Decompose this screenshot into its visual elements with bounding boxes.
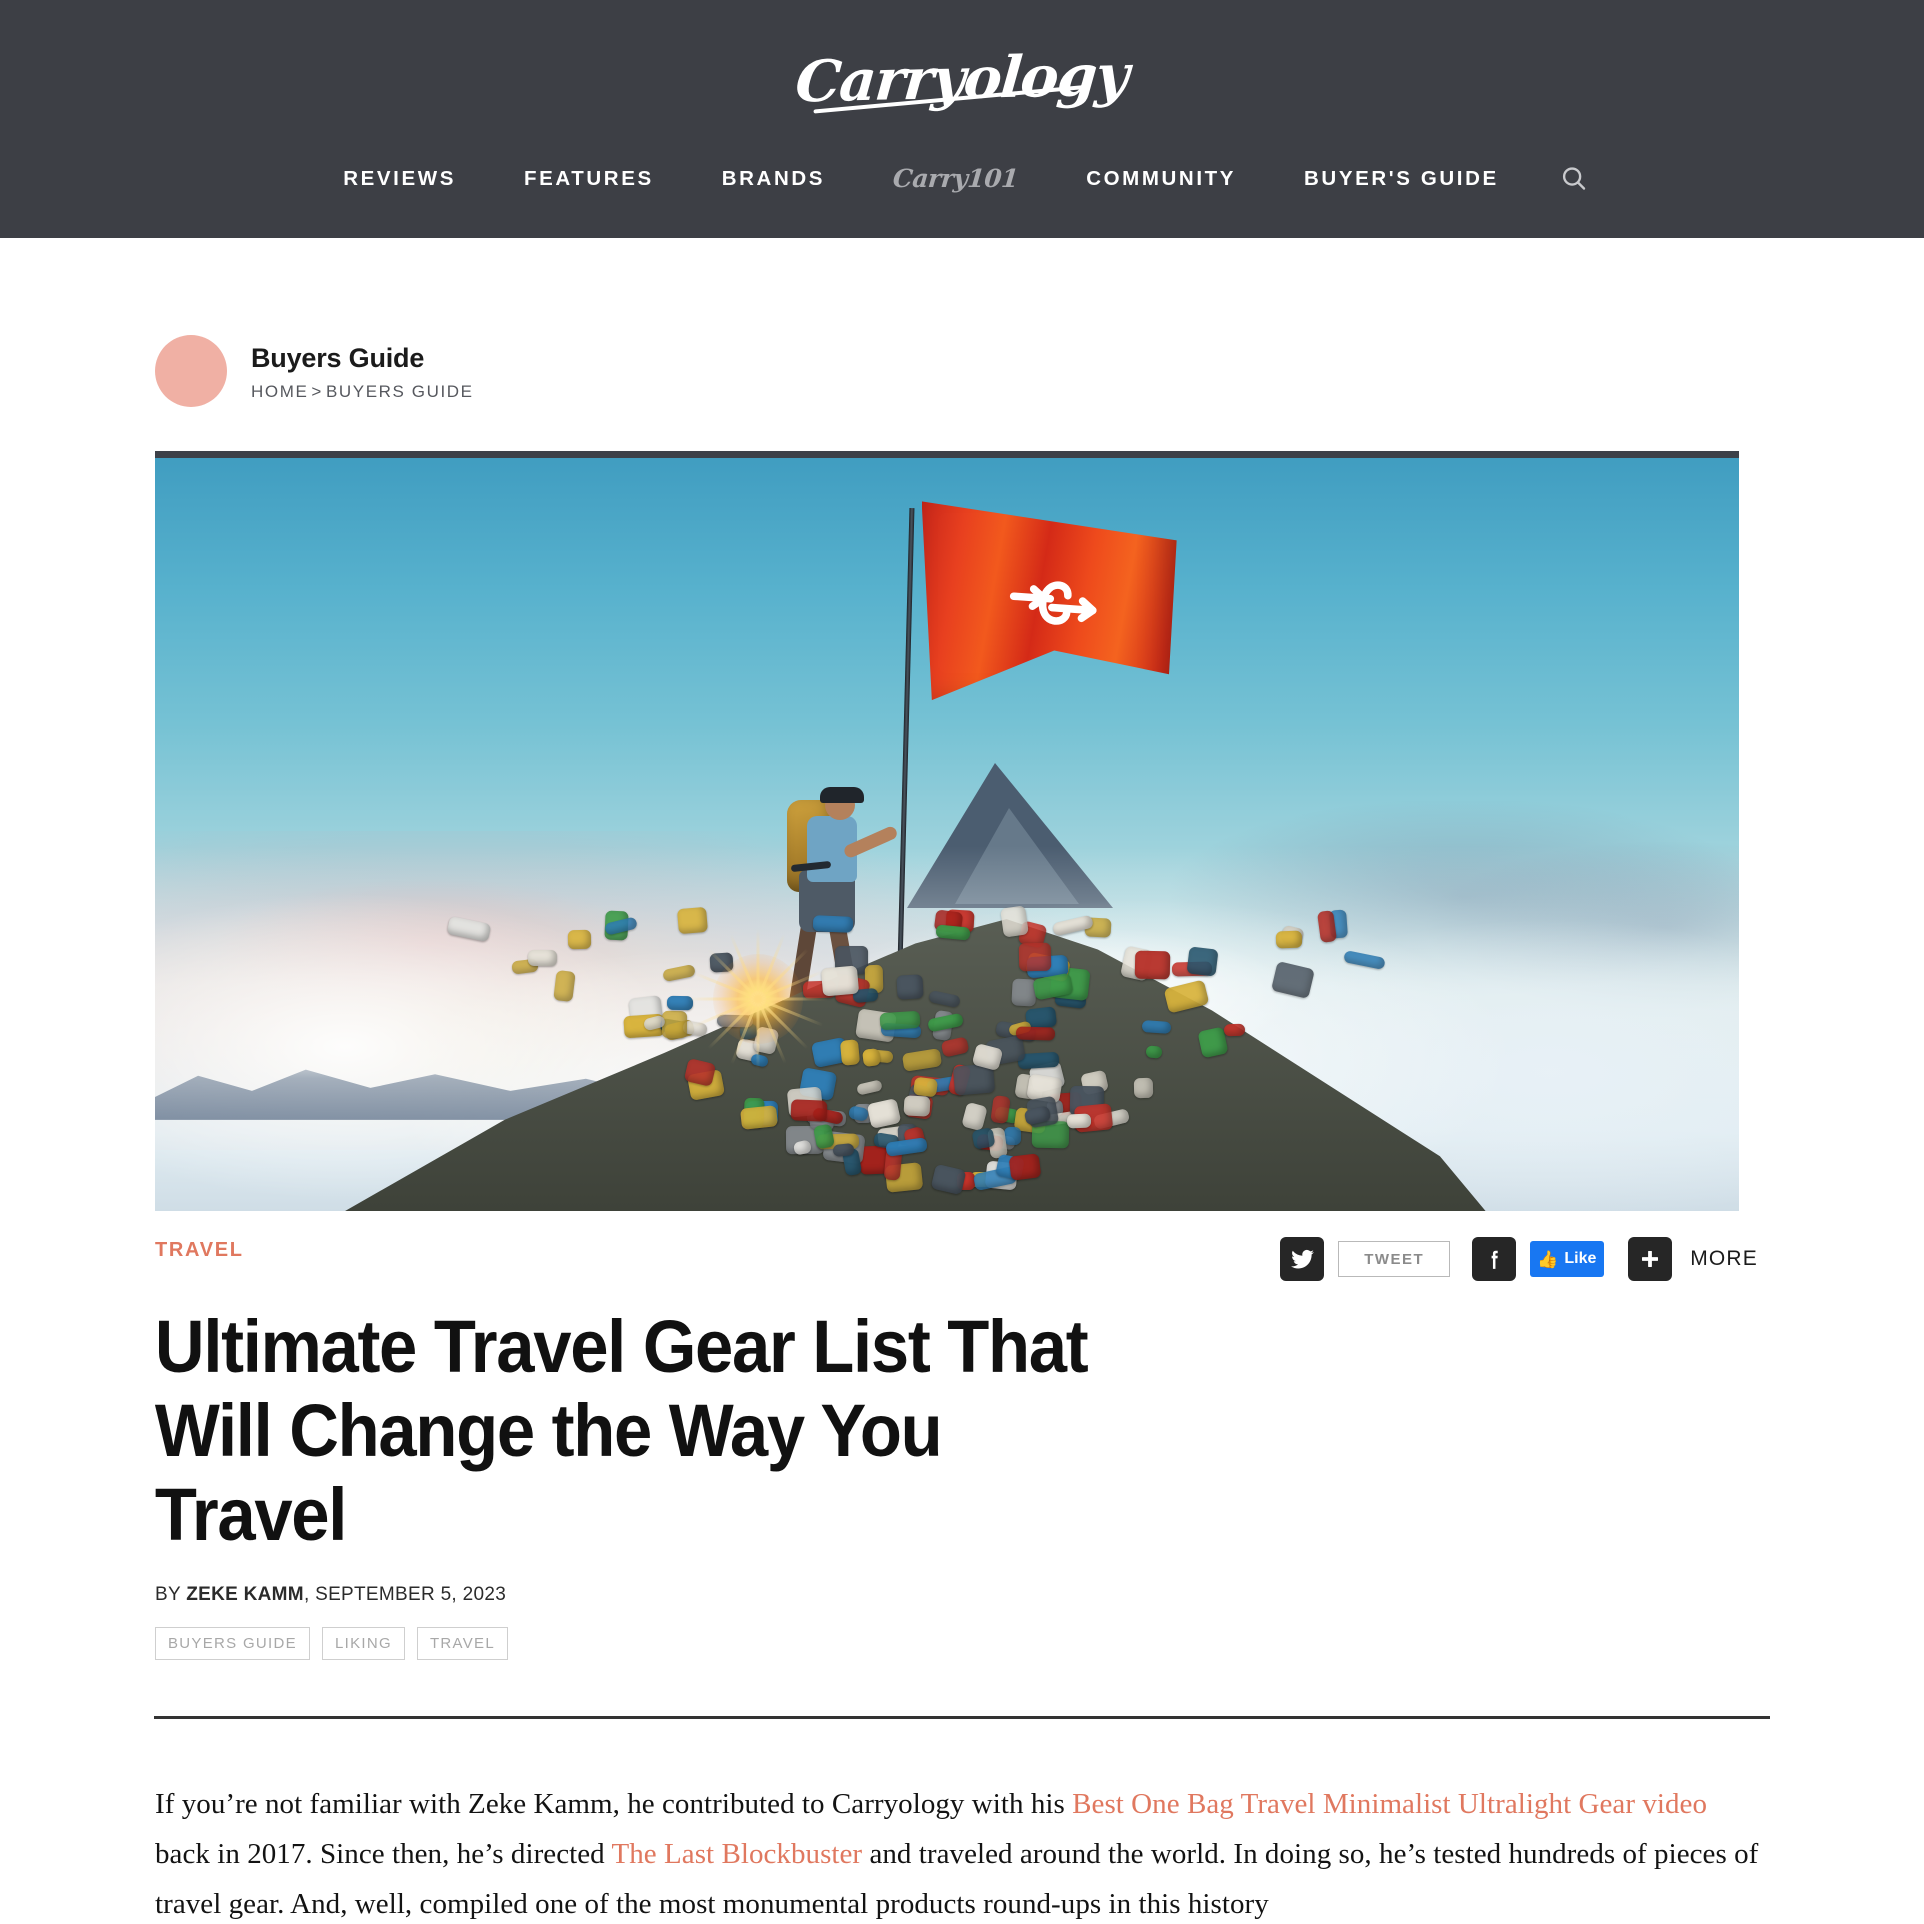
facebook-share-button[interactable] [1472,1237,1517,1281]
more-share-label[interactable]: MORE [1690,1247,1758,1271]
share-bar: TWEET 👍 Like MORE [1280,1237,1758,1281]
tag-buyers-guide[interactable]: BUYERS GUIDE [155,1627,310,1660]
tag-list: BUYERS GUIDE LIKING TRAVEL [154,1627,1770,1660]
breadcrumb-current[interactable]: BUYERS GUIDE [326,382,474,401]
article-body: If you’re not familiar with Zeke Kamm, h… [154,1779,1768,1924]
plus-icon [1642,1251,1659,1267]
hero-sun-flare [687,928,828,1069]
page-body: Buyers Guide HOME > BUYERS GUIDE TRAVEL … [0,238,1924,1924]
site-logo-text: Carryology [793,41,1131,116]
site-logo[interactable]: Carryology [0,42,1924,116]
tag-travel[interactable]: TRAVEL [416,1627,508,1660]
tweet-button[interactable]: TWEET [1338,1241,1451,1277]
twitter-share-button[interactable] [1280,1237,1325,1281]
breadcrumb: Buyers Guide HOME > BUYERS GUIDE [154,238,1770,407]
article-author[interactable]: ZEKE KAMM [186,1584,304,1605]
site-header: Carryology REVIEWS FEATURES BRANDS Carry… [0,0,1924,238]
more-share-button[interactable] [1628,1237,1673,1281]
nav-item-brands[interactable]: BRANDS [688,164,859,194]
main-navigation: REVIEWS FEATURES BRANDS Carry101 COMMUNI… [0,164,1924,194]
breadcrumb-separator: > [311,381,323,401]
facebook-icon [1491,1250,1498,1269]
content-container: Buyers Guide HOME > BUYERS GUIDE TRAVEL … [154,238,1770,1924]
article-meta-row: TRAVEL TWEET 👍 Like MORE [154,1237,1770,1293]
facebook-like-button[interactable]: 👍 Like [1530,1241,1605,1277]
page-title: Ultimate Travel Gear List That Will Chan… [154,1305,1089,1556]
tag-liking[interactable]: LIKING [321,1627,405,1660]
nav-item-buyers-guide[interactable]: BUYER'S GUIDE [1270,164,1533,194]
nav-item-carry101[interactable]: Carry101 [858,164,1054,194]
nav-item-reviews[interactable]: REVIEWS [309,164,490,194]
article-byline: BY ZEKE KAMM, SEPTEMBER 5, 2023 [154,1583,1770,1607]
hero-image [155,451,1739,1211]
hero-backpack-mound [345,905,1486,1211]
article-paragraph: If you’re not familiar with Zeke Kamm, h… [155,1779,1768,1924]
carryology-c-logo-icon [986,566,1123,640]
hero-top-strip [155,451,1739,458]
search-icon [1562,167,1585,190]
breadcrumb-home[interactable]: HOME [251,382,308,401]
content-divider [154,1716,1770,1719]
byline-date: , SEPTEMBER 5, 2023 [303,1584,507,1605]
hero-hiker-cap [819,786,864,803]
nav-item-community[interactable]: COMMUNITY [1052,164,1270,194]
section-avatar [155,335,227,407]
body-text-2: back in 2017. Since then, he’s directed [155,1838,612,1870]
facebook-like-label: Like [1564,1250,1597,1267]
twitter-icon [1290,1249,1314,1268]
body-link-last-blockbuster[interactable]: The Last Blockbuster [611,1838,862,1870]
nav-item-features[interactable]: FEATURES [490,164,688,194]
thumbs-up-icon: 👍 [1537,1249,1559,1269]
search-button[interactable] [1533,164,1615,194]
body-link-gear-video[interactable]: Best One Bag Travel Minimalist Ultraligh… [1072,1788,1707,1820]
section-title: Buyers Guide [251,342,425,373]
body-text-1: If you’re not familiar with Zeke Kamm, h… [155,1788,1073,1820]
byline-prefix: BY [155,1584,187,1605]
hero-flag [921,493,1177,709]
breadcrumb-path: HOME > BUYERS GUIDE [251,382,474,402]
